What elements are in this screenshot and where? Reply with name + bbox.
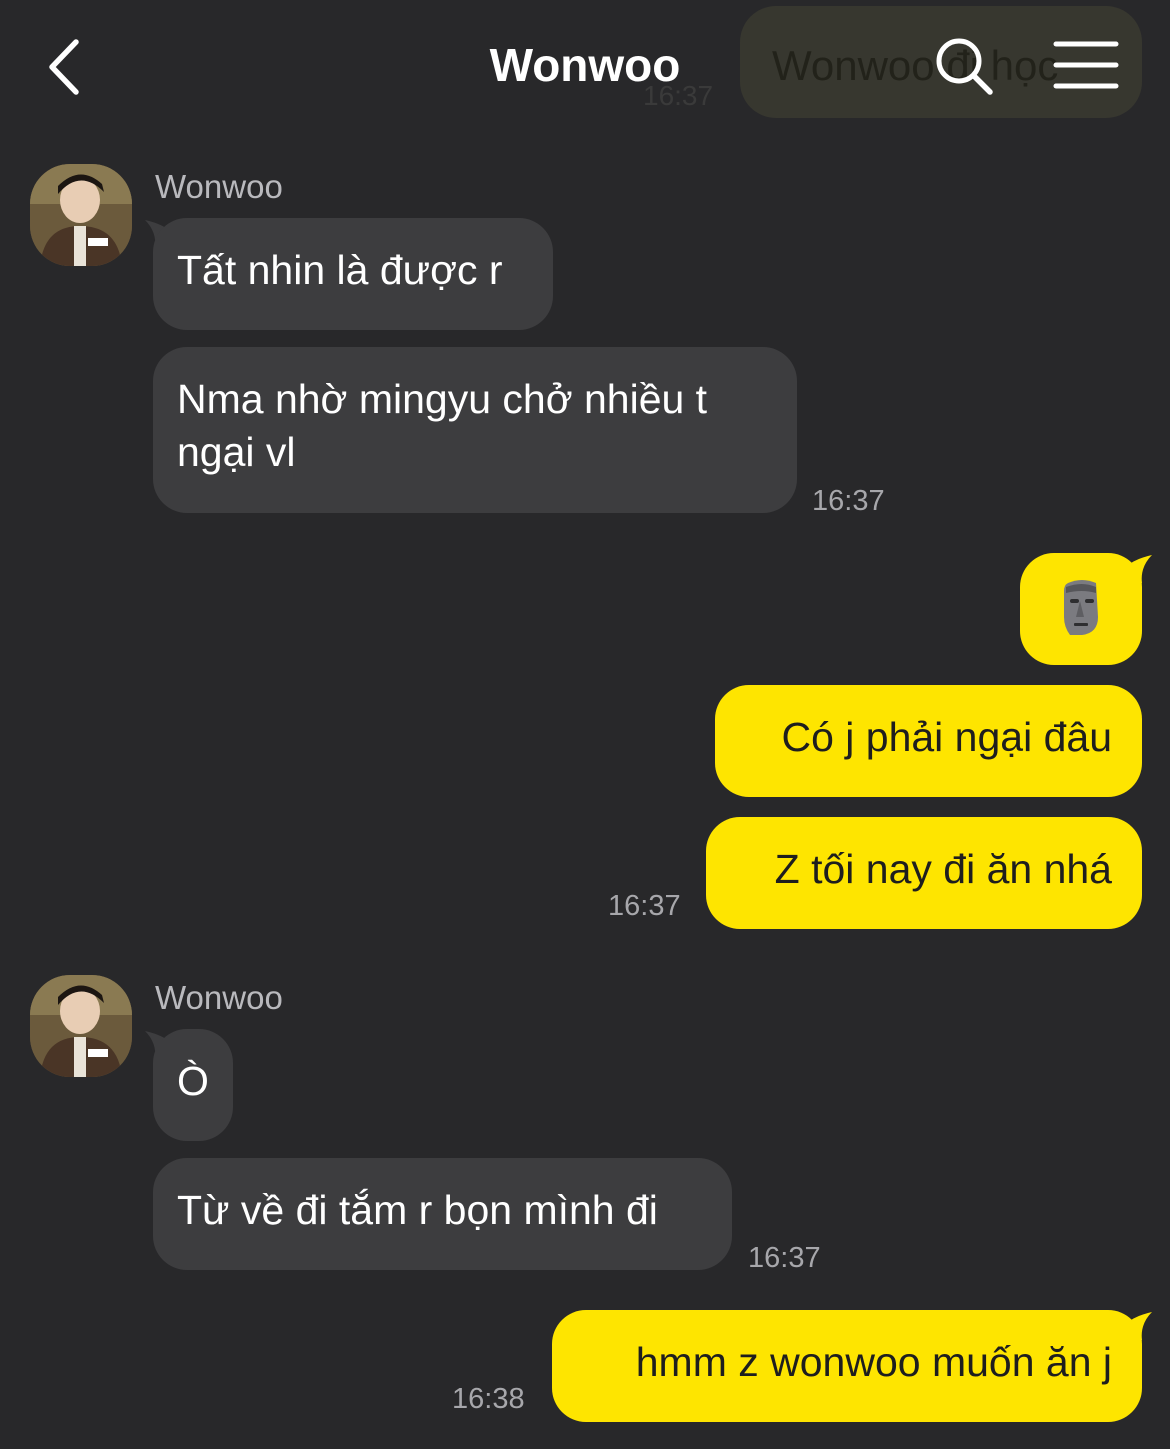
message-text: Ò	[177, 1058, 209, 1104]
sender-name: Wonwoo	[155, 979, 283, 1016]
message-text: Z tối nay đi ăn nhá	[774, 846, 1112, 892]
incoming-message[interactable]: Tất nhin là được r	[153, 218, 553, 330]
message-text: Có j phải ngại đâu	[781, 714, 1112, 760]
message-text-line: ngại vl	[177, 429, 296, 475]
message-time: 16:38	[452, 1383, 525, 1415]
outgoing-message[interactable]: Z tối nay đi ăn nhá	[706, 817, 1142, 929]
sender-name: Wonwoo	[155, 168, 283, 205]
message-text-line: Nma nhờ mingyu chở nhiều t	[177, 376, 708, 422]
avatar[interactable]	[30, 975, 132, 1077]
search-button[interactable]	[932, 34, 996, 98]
avatar-image	[30, 164, 132, 266]
outgoing-message[interactable]: Có j phải ngại đâu	[715, 685, 1142, 797]
message-time: 16:37	[748, 1242, 821, 1274]
menu-button[interactable]	[1052, 38, 1122, 94]
search-icon	[936, 38, 993, 95]
message-time: 16:37	[608, 890, 681, 922]
moai-icon	[1064, 580, 1098, 635]
hamburger-menu-icon	[1053, 41, 1119, 89]
incoming-message[interactable]: Nma nhờ mingyu chở nhiều t ngại vl	[153, 347, 797, 513]
avatar[interactable]	[30, 164, 132, 266]
message-text: Từ về đi tắm r bọn mình đi	[177, 1187, 658, 1233]
outgoing-sticker-message[interactable]	[1020, 553, 1142, 665]
outgoing-message[interactable]: hmm z wonwoo muốn ăn j	[552, 1310, 1142, 1422]
incoming-message[interactable]: Ò	[153, 1029, 233, 1141]
avatar-image	[30, 975, 132, 1077]
message-text: hmm z wonwoo muốn ăn j	[635, 1339, 1112, 1385]
incoming-message[interactable]: Từ về đi tắm r bọn mình đi	[153, 1158, 732, 1270]
message-time: 16:37	[812, 485, 885, 517]
message-text: Tất nhin là được r	[177, 247, 503, 293]
